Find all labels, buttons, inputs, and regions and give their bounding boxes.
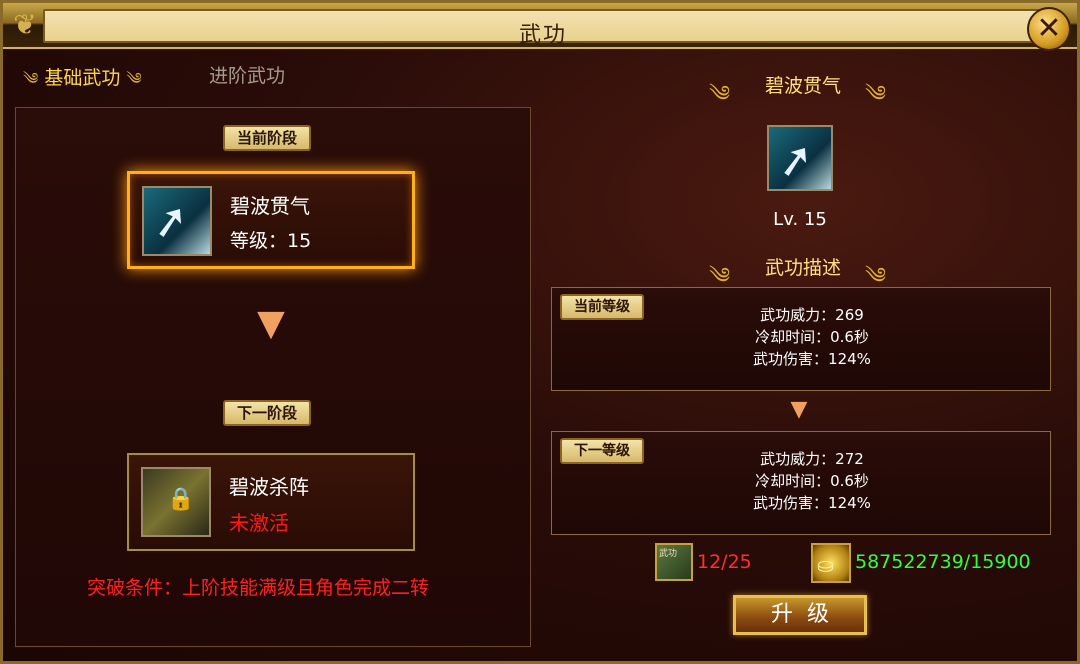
arrow-down-icon: ▼	[257, 303, 285, 344]
next-skill-name: 碧波杀阵	[229, 475, 309, 499]
current-power: 武功威力：269	[760, 306, 864, 324]
next-cooldown: 冷却时间：0.6秒	[755, 472, 869, 490]
ornament-icon: ❦	[13, 8, 37, 41]
title-bar: ❦ 武功	[3, 3, 1077, 49]
next-skill-card[interactable]: 🔒 碧波杀阵 未激活	[127, 453, 415, 551]
locked-skill-icon: 🔒	[141, 467, 211, 537]
current-cooldown: 冷却时间：0.6秒	[755, 328, 869, 346]
skill-book-cost: 12/25	[697, 551, 752, 573]
close-button[interactable]: ✕	[1027, 7, 1071, 51]
next-level-box: 下一等级 武功威力：272 冷却时间：0.6秒 武功伤害：124%	[551, 431, 1051, 535]
selected-skill-level: Lv. 15	[773, 209, 827, 230]
next-power: 武功威力：272	[760, 450, 864, 468]
gold-cost: 587522739/15900	[855, 551, 1031, 573]
current-stage-label: 当前阶段	[223, 125, 312, 151]
upgrade-button[interactable]: 升级	[733, 595, 867, 635]
close-icon: ✕	[1036, 11, 1062, 46]
tab-advanced-skills[interactable]: 进阶武功	[209, 61, 285, 88]
spear-skill-icon: ➚	[142, 186, 212, 256]
skill-description-title: 武功描述	[764, 257, 841, 279]
current-skill-card[interactable]: ➚ 碧波贯气 等级：15	[127, 171, 415, 269]
next-damage: 武功伤害：124%	[753, 494, 871, 512]
swirl-left-icon: ༄	[709, 82, 731, 107]
tab-label: 进阶武功	[209, 65, 286, 87]
next-stage-label: 下一阶段	[223, 400, 312, 426]
swirl-icon: ༄	[23, 69, 39, 88]
title-plate: 武功	[43, 9, 1043, 48]
current-skill-name: 碧波贯气	[230, 194, 310, 218]
current-damage: 武功伤害：124%	[753, 350, 871, 368]
selected-skill-name: 碧波贯气	[764, 75, 841, 97]
breakthrough-condition: 突破条件：上阶技能满级且角色完成二转	[87, 577, 430, 599]
current-skill-level: 等级：15	[230, 230, 312, 252]
next-level-label: 下一等级	[560, 438, 644, 464]
current-level-label: 当前等级	[560, 294, 644, 320]
current-level-box: 当前等级 武功威力：269 冷却时间：0.6秒 武功伤害：124%	[551, 287, 1051, 391]
lock-icon: 🔒	[167, 487, 195, 512]
gold-ingot-icon[interactable]: ⛀	[811, 543, 851, 583]
next-skill-status: 未激活	[229, 511, 289, 535]
arrow-down-icon: ▼	[790, 397, 808, 422]
swirl-icon: ༄	[126, 69, 142, 88]
selected-skill-icon: ➚	[767, 125, 833, 191]
swirl-right-icon: ༄	[865, 82, 887, 107]
skill-book-icon[interactable]: 武功	[655, 543, 693, 581]
skill-window: ❦ 武功 ✕ ༄ 基础武功 ༄ 进阶武功 当前阶段 ➚ 碧波贯气 等级：15 ▼…	[0, 0, 1080, 664]
tab-label: 基础武功	[44, 67, 121, 89]
tab-basic-skills[interactable]: ༄ 基础武功 ༄	[23, 61, 142, 106]
window-title: 武功	[518, 23, 567, 48]
